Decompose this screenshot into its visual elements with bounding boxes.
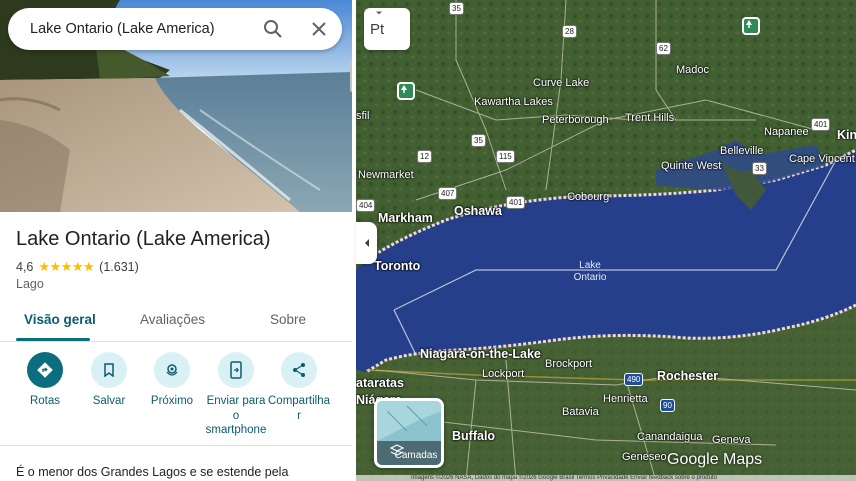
map-label-lockport[interactable]: Lockport <box>482 368 524 380</box>
search-input[interactable]: Lake Ontario (Lake America) <box>30 21 250 37</box>
map-label-geneseo[interactable]: Geneseo <box>622 451 667 463</box>
map-label-kawartha-lakes[interactable]: Kawartha Lakes <box>474 96 553 108</box>
highway-shield-12: 12 <box>417 150 432 163</box>
chevron-left-icon <box>364 239 369 247</box>
review-count[interactable]: (1.631) <box>99 260 139 274</box>
highway-shield-35: 35 <box>449 2 464 15</box>
map-label-canandaigua[interactable]: Canandaigua <box>637 431 702 443</box>
highway-shield-401: 401 <box>811 118 831 131</box>
directions-button[interactable]: Rotas <box>10 352 80 409</box>
map-canvas[interactable]: Madoc Curve Lake Kawartha Lakes Peterbor… <box>356 0 856 481</box>
map-label-cobourg[interactable]: Cobourg <box>567 191 609 203</box>
map-label-trent-hills[interactable]: Trent Hills <box>625 112 674 124</box>
share-button[interactable]: Compartilhar <box>264 352 334 423</box>
nearby-button[interactable]: Próximo <box>137 352 207 409</box>
chevron-down-icon <box>376 11 382 15</box>
send-to-phone-label: Enviar para o smartphone <box>205 395 267 436</box>
place-panel: Lake Ontario (Lake America) Lake Ontario… <box>0 0 352 481</box>
map-label-niagara-on-the-lake[interactable]: Niagara-on-the-Lake <box>420 348 541 361</box>
highway-shield-35b: 35 <box>471 134 486 147</box>
close-icon <box>312 22 326 36</box>
nearby-label: Próximo <box>150 395 194 407</box>
map-label-cape-vincent[interactable]: Cape Vincent <box>789 153 855 165</box>
map-label-markham[interactable]: Markham <box>378 212 433 225</box>
panel-scrollbar[interactable] <box>350 60 352 92</box>
close-button[interactable] <box>296 8 342 50</box>
collapse-panel-button[interactable] <box>356 222 377 264</box>
interstate-shield-90: 90 <box>660 399 675 412</box>
map-label-sfil[interactable]: sfil <box>356 110 369 122</box>
map-label-belleville[interactable]: Belleville <box>720 145 763 157</box>
map-label-cataratas[interactable]: ataratas <box>356 377 404 390</box>
map-label-rochester[interactable]: Rochester <box>657 370 718 383</box>
highway-shield-404: 404 <box>356 199 376 212</box>
tab-about[interactable]: Sobre <box>270 312 306 327</box>
map-label-toronto[interactable]: Toronto <box>374 260 420 273</box>
highway-shield-28: 28 <box>562 25 577 38</box>
search-button[interactable] <box>250 8 296 50</box>
map-label-kingston[interactable]: King <box>837 129 856 142</box>
save-label: Salvar <box>92 395 126 407</box>
highway-shield-115: 115 <box>496 150 515 163</box>
interstate-shield-490: 490 <box>624 373 644 386</box>
highway-shield-62: 62 <box>656 42 671 55</box>
directions-label: Rotas <box>29 395 61 407</box>
directions-icon <box>37 362 53 378</box>
map-attribution[interactable]: Imagens ©2026 NASA, Dados do mapa ©2026 … <box>356 475 856 481</box>
language-button[interactable]: Pt <box>364 8 410 50</box>
map-label-lake-ontario[interactable]: Lake Ontario <box>565 260 615 284</box>
save-button[interactable]: Salvar <box>74 352 144 409</box>
action-buttons: Rotas Salvar Próximo Enviar para o smart… <box>0 352 352 448</box>
tab-reviews[interactable]: Avaliações <box>140 312 205 327</box>
place-type: Lago <box>16 277 44 291</box>
highway-shield-33: 33 <box>752 162 767 175</box>
rating-value: 4,6 <box>16 260 34 274</box>
park-marker-icon[interactable] <box>397 82 415 100</box>
app-root: Lake Ontario (Lake America) Lake Ontario… <box>0 0 856 481</box>
share-label: Compartilhar <box>268 395 330 422</box>
map-label-henrietta[interactable]: Henrietta <box>603 393 648 405</box>
language-label: Pt <box>370 20 385 38</box>
send-to-phone-icon <box>230 361 242 379</box>
map-label-madoc[interactable]: Madoc <box>676 64 709 76</box>
highway-shield-401b: 401 <box>506 196 526 209</box>
tab-overview[interactable]: Visão geral <box>24 312 96 327</box>
bookmark-icon <box>104 363 114 378</box>
map-label-geneva[interactable]: Geneva <box>712 434 751 446</box>
send-to-phone-button[interactable]: Enviar para o smartphone <box>201 352 271 438</box>
map-label-quinte-west[interactable]: Quinte West <box>661 160 721 172</box>
rating-row[interactable]: 4,6 ★★★★★ (1.631) <box>16 259 139 275</box>
place-title: Lake Ontario (Lake America) <box>16 228 271 250</box>
map-label-curve-lake[interactable]: Curve Lake <box>533 77 589 89</box>
tab-bar: Visão geral Avaliações Sobre <box>0 308 352 342</box>
share-icon <box>293 363 305 377</box>
search-icon <box>264 20 282 38</box>
google-maps-logo: Google Maps <box>667 451 763 468</box>
layers-button[interactable]: Camadas <box>374 398 444 468</box>
highway-shield-407: 407 <box>438 187 458 200</box>
layers-label: Camadas <box>394 450 438 461</box>
map-label-newmarket[interactable]: Newmarket <box>358 169 414 181</box>
map-label-brockport[interactable]: Brockport <box>545 358 592 370</box>
map-label-oshawa[interactable]: Oshawa <box>454 205 502 218</box>
nearby-icon <box>166 364 178 376</box>
map-label-batavia[interactable]: Batavia <box>562 406 599 418</box>
map-label-napanee[interactable]: Napanee <box>764 126 809 138</box>
map-label-peterborough[interactable]: Peterborough <box>542 114 609 126</box>
search-box[interactable]: Lake Ontario (Lake America) <box>8 8 342 50</box>
section-divider <box>0 445 352 446</box>
park-marker-icon[interactable] <box>742 17 760 35</box>
rating-stars: ★★★★★ <box>38 259 95 274</box>
place-description: É o menor dos Grandes Lagos e se estende… <box>16 465 289 479</box>
active-tab-indicator <box>16 338 90 341</box>
map-label-buffalo[interactable]: Buffalo <box>452 430 495 443</box>
